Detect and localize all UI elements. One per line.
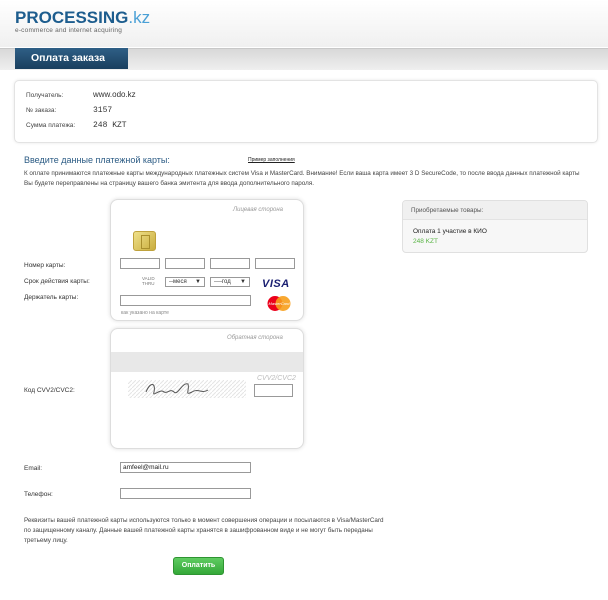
cvv-field[interactable] bbox=[254, 384, 293, 397]
signature-strip bbox=[128, 376, 246, 404]
front-side-label: Лицевая сторона bbox=[233, 207, 284, 213]
mastercard-logo-text: MasterCard bbox=[269, 301, 291, 306]
expiry-year-select[interactable]: ----год ▼ bbox=[210, 277, 250, 287]
back-side-label: Обратная сторона bbox=[227, 335, 283, 341]
security-note: Реквизиты вашей платежной карты использу… bbox=[24, 517, 384, 544]
logo-subtitle: e-commerce and internet acquiring bbox=[15, 27, 123, 34]
phone-field[interactable] bbox=[120, 488, 251, 499]
cardholder-hint: как указано на карте bbox=[121, 310, 169, 316]
expiry-month-value: --меся bbox=[169, 279, 187, 285]
amount-label: Сумма платежа: bbox=[26, 122, 76, 129]
processing-logo[interactable]: PROCESSING.kz e-commerce and internet ac… bbox=[15, 8, 150, 34]
order-number-value: 3157 bbox=[93, 106, 113, 115]
card-section-title: Введите данные платежной карты: bbox=[24, 155, 170, 165]
expiry-year-value: ----год bbox=[214, 279, 231, 285]
phone-label: Телефон: bbox=[24, 491, 53, 498]
card-number-field-2[interactable] bbox=[165, 258, 205, 269]
expiry-month-select[interactable]: --меся ▼ bbox=[165, 277, 205, 287]
page-title: Оплата заказа bbox=[15, 48, 128, 69]
amount-value: 248 KZT bbox=[93, 121, 127, 130]
card-chip-icon bbox=[133, 231, 156, 251]
recipient-label: Получатель: bbox=[26, 92, 64, 99]
email-field[interactable] bbox=[120, 462, 251, 473]
magnetic-stripe bbox=[111, 352, 303, 372]
cardholder-label: Держатель карты: bbox=[24, 294, 79, 301]
card-notice-text: К оплате принимаются платежные карты меж… bbox=[24, 170, 580, 187]
order-number-label: № заказа: bbox=[26, 107, 57, 114]
logo-main-text: PROCESSING bbox=[15, 8, 129, 27]
pay-button[interactable]: Оплатить bbox=[173, 557, 224, 575]
chevron-down-icon: ▼ bbox=[195, 279, 201, 285]
goods-title: Приобретаемые товары: bbox=[411, 207, 484, 214]
expiry-label: Срок действия карты: bbox=[24, 278, 90, 285]
cardholder-field[interactable] bbox=[120, 295, 251, 306]
card-number-field-1[interactable] bbox=[120, 258, 160, 269]
card-number-field-3[interactable] bbox=[210, 258, 250, 269]
chevron-down-icon: ▼ bbox=[240, 279, 246, 285]
cvv-hint: CVV2/CVC2 bbox=[257, 375, 296, 382]
valid-thru-text: VALID THRU bbox=[142, 276, 155, 286]
sample-fill-link[interactable]: Пример заполнения bbox=[248, 157, 295, 163]
goods-price: 248 KZT bbox=[413, 238, 438, 245]
email-label: Email: bbox=[24, 465, 43, 472]
recipient-value: www.odo.kz bbox=[93, 90, 136, 99]
goods-item: Оплата 1 участие в КИО bbox=[413, 228, 487, 235]
logo-tld-text: .kz bbox=[128, 8, 151, 27]
cvv-label: Код CVV2/CVC2: bbox=[24, 387, 75, 394]
card-number-label: Номер карты: bbox=[24, 262, 66, 269]
mastercard-logo: MasterCard bbox=[265, 295, 293, 312]
card-number-field-4[interactable] bbox=[255, 258, 295, 269]
visa-logo: VISA bbox=[262, 278, 290, 290]
